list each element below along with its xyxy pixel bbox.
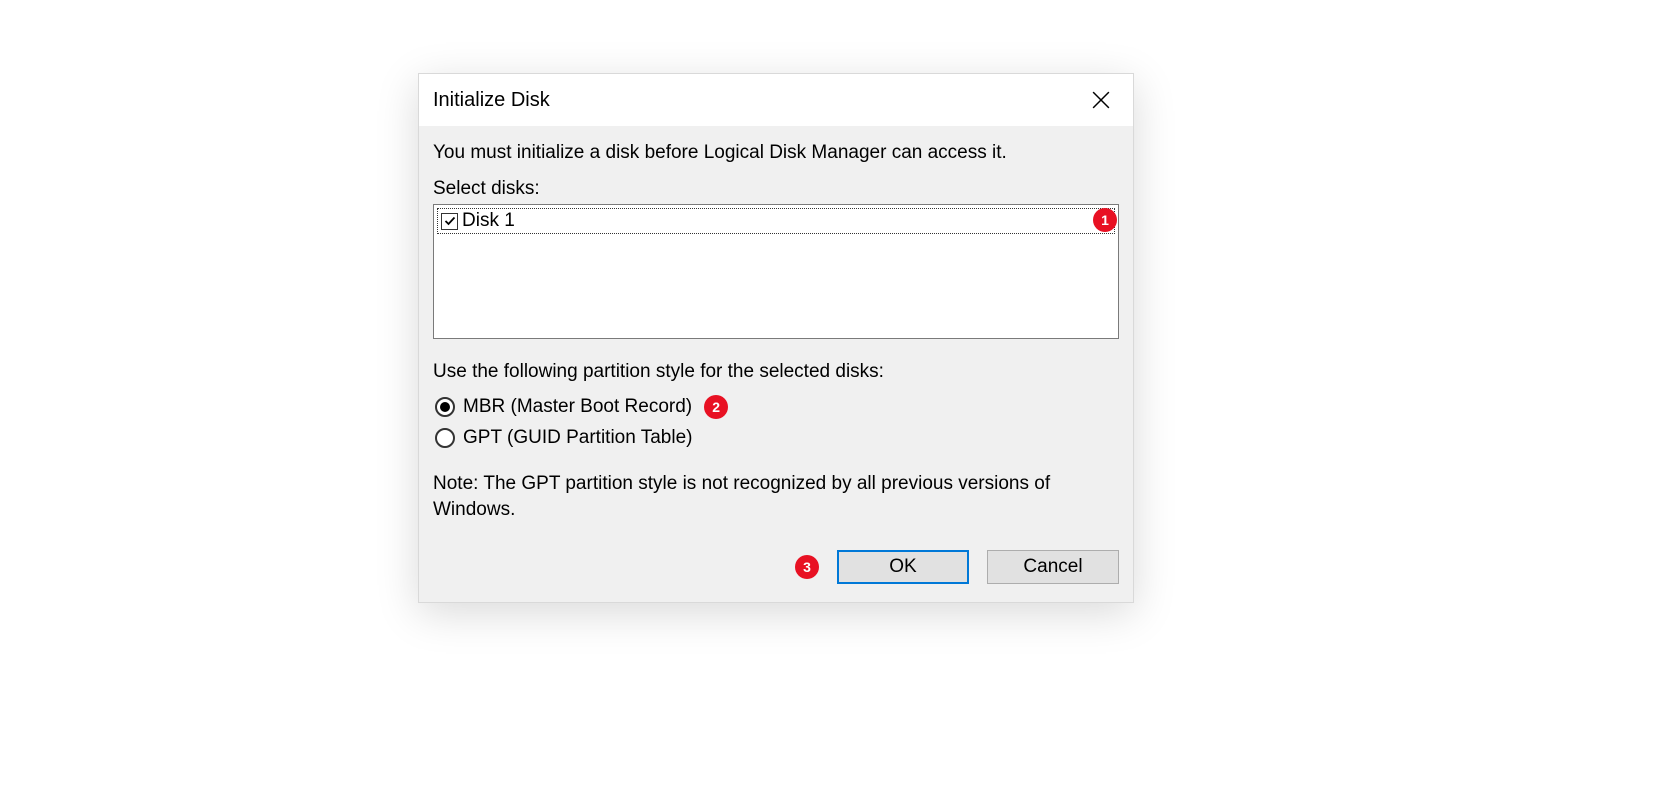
dialog-content: You must initialize a disk before Logica… — [419, 126, 1133, 602]
annotation-badge: 2 — [704, 395, 728, 419]
radio-button[interactable] — [435, 397, 455, 417]
disk-checkbox[interactable] — [441, 213, 458, 230]
partition-style-label: Use the following partition style for th… — [433, 361, 1119, 383]
instruction-text: You must initialize a disk before Logica… — [433, 142, 1119, 164]
check-icon — [444, 215, 456, 227]
titlebar: Initialize Disk — [419, 74, 1133, 126]
disk-label: Disk 1 — [462, 210, 1111, 232]
ok-button[interactable]: OK — [837, 550, 969, 584]
radio-label: MBR (Master Boot Record) — [463, 396, 692, 418]
radio-mbr[interactable]: MBR (Master Boot Record) 2 — [435, 395, 1119, 419]
radio-gpt[interactable]: GPT (GUID Partition Table) — [435, 427, 1119, 449]
cancel-button[interactable]: Cancel — [987, 550, 1119, 584]
close-button[interactable] — [1069, 74, 1133, 126]
select-disks-label: Select disks: — [433, 178, 1119, 200]
radio-label: GPT (GUID Partition Table) — [463, 427, 692, 449]
annotation-badge: 1 — [1093, 208, 1117, 232]
close-icon — [1092, 91, 1110, 109]
dialog-title: Initialize Disk — [433, 89, 550, 112]
radio-button[interactable] — [435, 428, 455, 448]
annotation-badge: 3 — [795, 555, 819, 579]
disk-list-item[interactable]: Disk 1 1 — [437, 208, 1115, 234]
button-row: 3 OK Cancel — [433, 550, 1119, 584]
disk-list[interactable]: Disk 1 1 — [433, 204, 1119, 339]
note-text: Note: The GPT partition style is not rec… — [433, 471, 1119, 522]
initialize-disk-dialog: Initialize Disk You must initialize a di… — [418, 73, 1134, 603]
